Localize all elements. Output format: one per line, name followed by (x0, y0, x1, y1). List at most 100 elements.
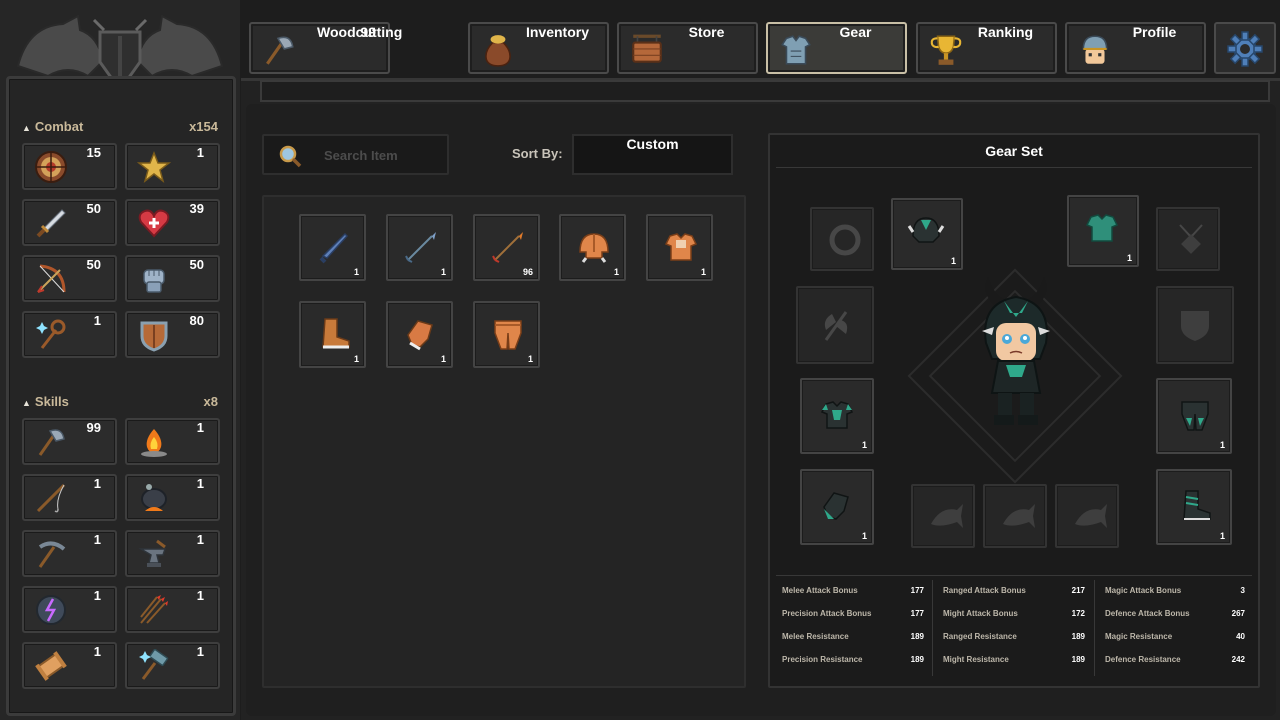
gear-slot-legs[interactable]: 1 (1156, 378, 1232, 454)
fish-icon (1071, 498, 1109, 536)
inventory-slot[interactable]: 96 (473, 214, 540, 281)
inventory-slot[interactable]: 1 (386, 301, 453, 368)
campfire-icon (137, 425, 171, 459)
skill-mining[interactable]: 1 (22, 530, 117, 577)
combat-stat-melee[interactable]: 50 (22, 199, 117, 246)
target-icon (34, 150, 68, 184)
skill-runecrafting[interactable]: 1 (22, 586, 117, 633)
stat-row: Precision Attack Bonus 177 (782, 609, 924, 618)
skills-header[interactable]: ▲ Skills x8 (22, 392, 218, 410)
fish-icon (927, 498, 965, 536)
skill-fishing[interactable]: 1 (22, 474, 117, 521)
skill-smithing[interactable]: 1 (125, 530, 220, 577)
tab-store[interactable]: Store (617, 22, 758, 74)
tab-level-value: 99 (360, 24, 376, 40)
skill-fletching[interactable]: 1 (125, 586, 220, 633)
tab-ranking[interactable]: Ranking (916, 22, 1057, 74)
gear-slot-body[interactable]: 1 (800, 378, 874, 454)
gear-slot-tool[interactable] (983, 484, 1047, 548)
divider (932, 580, 933, 676)
gear-slot-helmet[interactable]: 1 (891, 198, 963, 270)
combat-stat-level[interactable]: 1 (125, 143, 220, 190)
gear-slot-cape[interactable]: 1 (1067, 195, 1139, 267)
inventory-slot[interactable]: 1 (299, 214, 366, 281)
sword-icon (34, 206, 68, 240)
leather-helmet-icon (575, 228, 613, 266)
stat-row: Melee Attack Bonus 177 (782, 586, 924, 595)
tab-woodcutting[interactable]: Woodcutting 99 (249, 22, 402, 74)
stat-row: Defence Attack Bonus 267 (1105, 609, 1245, 618)
skill-value: 1 (93, 588, 101, 603)
combat-stat-health[interactable]: 39 (125, 199, 220, 246)
stat-row: Melee Resistance 189 (782, 632, 924, 641)
stat-value: 80 (189, 313, 204, 328)
combat-stat-ranged[interactable]: 50 (22, 255, 117, 302)
teal-gauntlet-icon (818, 487, 856, 525)
item-quantity: 1 (1219, 531, 1225, 541)
stat-value: 1 (196, 145, 204, 160)
stat-row: Might Resistance 189 (943, 655, 1085, 664)
rune-stone-icon (34, 593, 68, 627)
inventory-slot[interactable]: 1 (386, 214, 453, 281)
inventory-slot[interactable]: 1 (473, 301, 540, 368)
combat-header[interactable]: ▲ Combat x154 (22, 117, 218, 135)
search-box[interactable] (262, 134, 449, 175)
fishing-rod-icon (34, 481, 68, 515)
shield-icon (137, 318, 171, 352)
search-input[interactable] (324, 144, 434, 166)
gear-icon (1227, 31, 1263, 67)
combat-stat-magic[interactable]: 1 (22, 311, 117, 358)
gear-slot-gloves[interactable]: 1 (800, 469, 874, 545)
dark-greaves-icon (1176, 396, 1214, 434)
bow-icon (34, 262, 68, 296)
tab-inventory[interactable]: Inventory (468, 22, 609, 74)
gear-slot-weapon[interactable] (796, 286, 874, 364)
leather-chestplate-icon (662, 228, 700, 266)
gear-slot-offhand[interactable] (1156, 286, 1234, 364)
skill-woodcutting[interactable]: 99 (22, 418, 117, 465)
gear-slot-boots[interactable]: 1 (1156, 469, 1232, 545)
skill-value: 1 (93, 644, 101, 659)
teal-cape-icon (1083, 209, 1121, 247)
stat-value: 15 (86, 145, 101, 160)
skill-cooking[interactable]: 1 (125, 474, 220, 521)
leather-pants-icon (489, 315, 527, 353)
stat-value: 39 (189, 201, 204, 216)
skill-crafting[interactable]: 1 (22, 642, 117, 689)
axe-icon (34, 425, 68, 459)
combat-stat-attack[interactable]: 15 (22, 143, 117, 190)
settings-button[interactable] (1214, 22, 1276, 74)
stat-row: Ranged Attack Bonus 217 (943, 586, 1085, 595)
tab-gear[interactable]: Gear (766, 22, 907, 74)
skill-value: 99 (86, 420, 101, 435)
gear-slot-ring[interactable] (810, 207, 874, 271)
skill-construction[interactable]: 1 (125, 642, 220, 689)
skill-value: 1 (93, 476, 101, 491)
item-quantity: 1 (613, 267, 619, 277)
pickaxe-icon (34, 537, 68, 571)
stat-row: Might Attack Bonus 172 (943, 609, 1085, 618)
inventory-slot[interactable]: 1 (299, 301, 366, 368)
anvil-icon (137, 537, 171, 571)
gear-slot-tool[interactable] (911, 484, 975, 548)
skill-value: 1 (196, 476, 204, 491)
inventory-slot[interactable]: 1 (559, 214, 626, 281)
item-quantity: 1 (353, 354, 359, 364)
sort-dropdown[interactable]: Custom (572, 134, 733, 175)
item-quantity: 1 (700, 267, 706, 277)
combat-stat-strength[interactable]: 50 (125, 255, 220, 302)
ornament-bar (260, 80, 1270, 102)
helmet-avatar-icon (1077, 32, 1113, 68)
star-icon (137, 150, 171, 184)
tab-profile[interactable]: Profile (1065, 22, 1206, 74)
armor-icon (778, 32, 814, 68)
combat-stat-defence[interactable]: 80 (125, 311, 220, 358)
skill-firemaking[interactable]: 1 (125, 418, 220, 465)
gear-slot-tool[interactable] (1055, 484, 1119, 548)
inventory-slot[interactable]: 1 (646, 214, 713, 281)
gear-slot-amulet[interactable] (1156, 207, 1220, 271)
dark-boots-icon (1176, 487, 1214, 525)
skill-value: 1 (196, 532, 204, 547)
item-quantity: 1 (1126, 253, 1132, 263)
axe-icon (261, 32, 297, 68)
